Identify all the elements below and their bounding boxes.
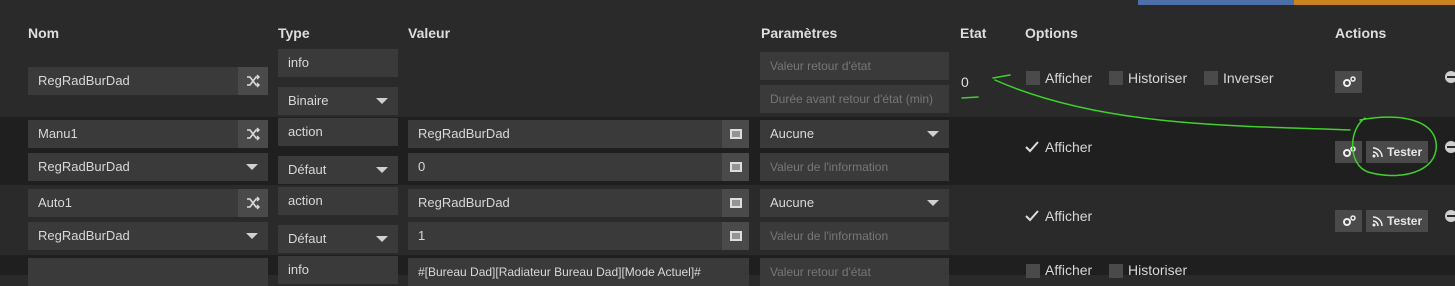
annotation-circle (1351, 116, 1437, 177)
annotation-arrow-line (994, 79, 1351, 131)
annotation-dash-bottom (961, 96, 979, 99)
annotation-dash-top (992, 74, 1011, 79)
annotation-overlay (961, 74, 1437, 177)
